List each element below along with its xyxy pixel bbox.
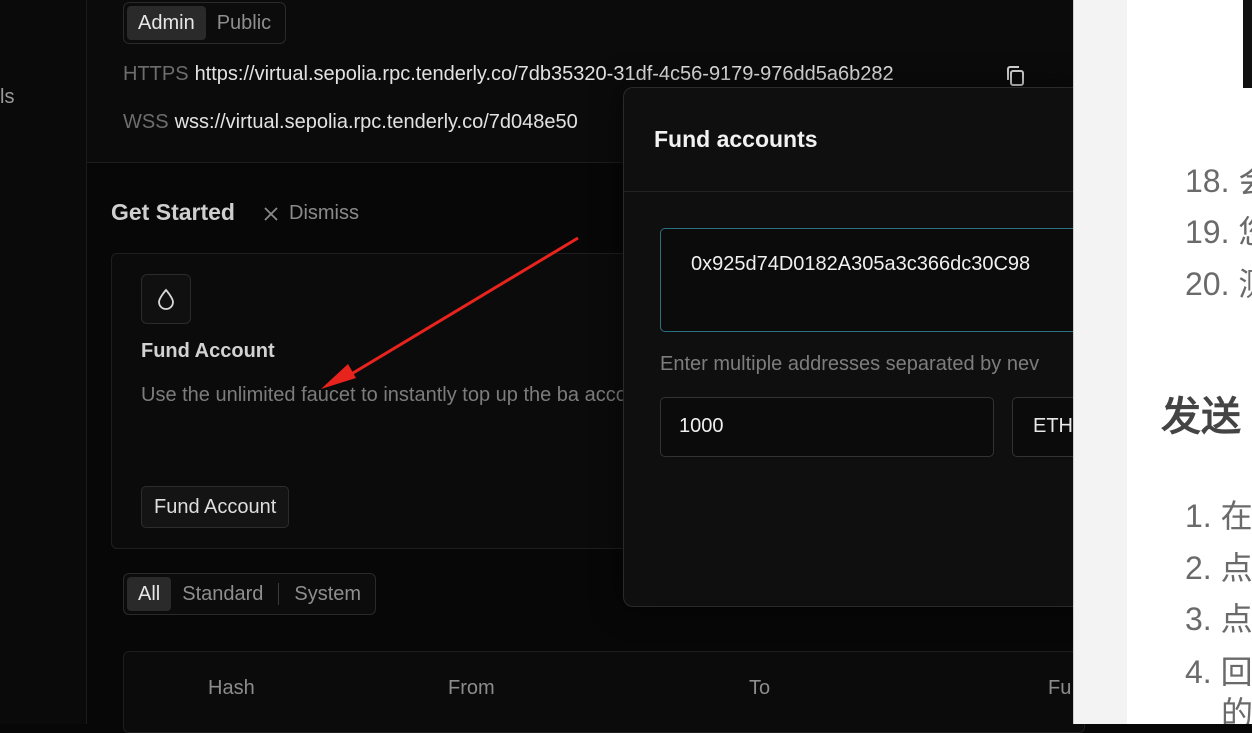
fund-account-button[interactable]: Fund Account — [141, 486, 290, 528]
list-item: 1. 在 — [1185, 498, 1252, 534]
fund-account-description: Use the unlimited faucet to instantly to… — [141, 384, 661, 406]
tab-standard[interactable]: Standard — [171, 577, 274, 611]
get-started-title: Get Started — [111, 199, 235, 225]
fund-account-title: Fund Account — [141, 340, 275, 362]
transactions-table: Hash From To Fu — [123, 651, 1085, 733]
https-url[interactable]: https://virtual.sepolia.rpc.tenderly.co/… — [195, 63, 894, 85]
modal-header: Fund accounts — [624, 88, 1084, 192]
amount-input[interactable]: 1000 — [660, 397, 994, 457]
divider — [278, 583, 280, 605]
list-item: 19. 您 — [1185, 214, 1252, 250]
dismiss-button[interactable]: Dismiss — [263, 202, 359, 225]
modal-title: Fund accounts — [654, 126, 818, 152]
droplet-icon — [158, 288, 174, 310]
wss-url[interactable]: wss://virtual.sepolia.rpc.tenderly.co/7d… — [175, 111, 578, 133]
address-helper-text: Enter multiple addresses separated by ne… — [660, 353, 1040, 375]
amount-value: 1000 — [679, 415, 724, 437]
list-item: 4. 回 — [1185, 654, 1252, 690]
https-label: HTTPS — [123, 63, 189, 85]
dismiss-label: Dismiss — [289, 202, 359, 224]
sidebar-item-label[interactable]: ls — [0, 86, 14, 109]
wss-label: WSS — [123, 111, 169, 133]
tab-all[interactable]: All — [127, 577, 172, 611]
wss-rpc-row: WSS wss://virtual.sepolia.rpc.tenderly.co… — [123, 111, 578, 134]
column-header-from[interactable]: From — [448, 677, 495, 700]
address-textarea[interactable]: 0x925d74D0182A305a3c366dc30C98 — [660, 228, 1084, 332]
list-item: 3. 点 — [1185, 601, 1252, 637]
left-sidebar: ls — [0, 0, 87, 724]
fund-accounts-modal: Fund accounts 0x925d74D0182A305a3c366dc3… — [623, 87, 1085, 607]
faucet-icon-box — [141, 274, 191, 324]
tab-public[interactable]: Public — [206, 6, 282, 40]
currency-value: ETH — [1033, 415, 1073, 437]
doc-image — [1243, 0, 1252, 88]
doc-panel: 18. 会 19. 您 20. 测 发送 1. 在 2. 点 3. 点 4. 回… — [1127, 0, 1252, 724]
tab-system[interactable]: System — [283, 577, 372, 611]
list-item-continuation: 的 — [1221, 695, 1252, 724]
list-item: 20. 测 — [1185, 266, 1252, 302]
https-rpc-row: HTTPS https://virtual.sepolia.rpc.tenderl… — [123, 63, 894, 86]
column-header-to[interactable]: To — [749, 677, 770, 700]
list-item: 2. 点 — [1185, 550, 1252, 586]
column-header-function[interactable]: Fu — [1048, 677, 1071, 700]
copy-icon[interactable] — [1003, 64, 1027, 88]
access-tabs: Admin Public — [123, 2, 287, 44]
close-icon — [264, 206, 278, 221]
column-header-hash[interactable]: Hash — [208, 677, 255, 700]
doc-heading: 发送 — [1161, 395, 1241, 439]
doc-panel-margin — [1073, 0, 1128, 724]
list-item: 18. 会 — [1185, 163, 1252, 199]
transaction-filter-tabs: All Standard System — [123, 573, 377, 615]
tab-admin[interactable]: Admin — [127, 6, 206, 40]
address-value: 0x925d74D0182A305a3c366dc30C98 — [691, 253, 1031, 275]
